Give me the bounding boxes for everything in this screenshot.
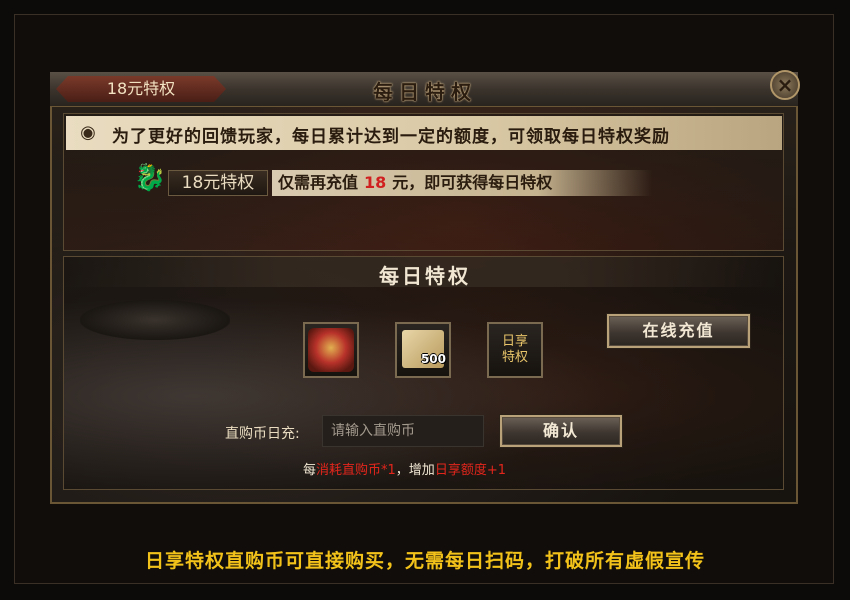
eye-icon: ◉ [80, 122, 96, 143]
rule-prefix: 每 [303, 463, 317, 478]
privilege-badge: 18元特权 [168, 170, 268, 196]
exchange-rule: 每消耗直购币*1，增加日享额度+1 [303, 459, 506, 478]
rule-mid: ，增加 [395, 463, 435, 478]
coin-input-label: 直购币日充: [225, 426, 300, 442]
privilege-title: 每日特权 [379, 264, 471, 288]
recharge-amount: 18 [364, 173, 387, 192]
coin-amount-input[interactable] [322, 415, 484, 447]
recharge-suffix: 元，即可获得每日特权 [392, 173, 553, 192]
recharge-requirement: 仅需再充值 18 元，即可获得每日特权 [272, 170, 652, 196]
treasure-chest-icon [308, 328, 354, 372]
rule-cost: 消耗直购币*1 [316, 463, 396, 478]
rule-gain: 日享额度+1 [434, 463, 506, 478]
recharge-prefix: 仅需再充值 [278, 173, 359, 192]
daily-privilege-label: 日享 特权 [501, 334, 528, 365]
footer-slogan: 日享特权直购币可直接购买，无需每日扫码，打破所有虚假宣传 [144, 550, 705, 572]
online-recharge-button[interactable]: 在线充值 [607, 314, 750, 348]
tab-18-yuan-privilege[interactable]: 18元特权 [56, 76, 226, 102]
coupon-quantity: 500 [420, 352, 446, 366]
warrior-hat-decoration [80, 300, 230, 340]
notice-text: 为了更好的回馈玩家，每日累计达到一定的额度，可领取每日特权奖励 [112, 127, 670, 147]
close-icon[interactable]: × [770, 70, 800, 100]
confirm-button[interactable]: 确认 [500, 415, 622, 447]
